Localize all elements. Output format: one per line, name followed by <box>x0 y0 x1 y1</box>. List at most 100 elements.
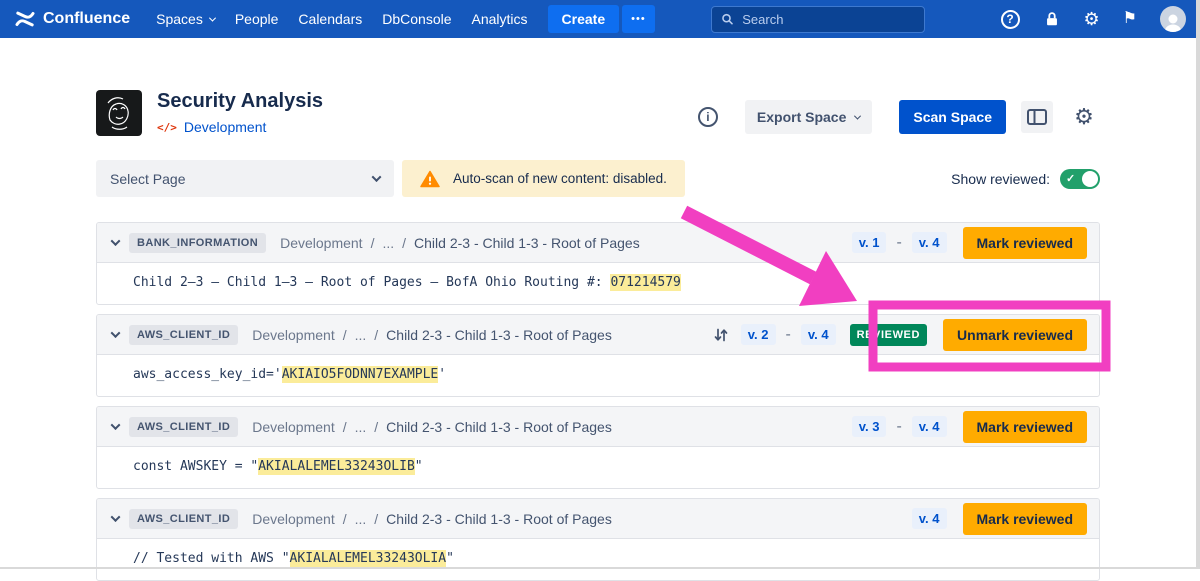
space-link[interactable]: Development <box>184 119 267 135</box>
more-actions-button[interactable]: ••• <box>622 5 655 33</box>
window-edge-right <box>1196 0 1200 569</box>
brand-label: Confluence <box>43 10 130 28</box>
finding-snippet: aws_access_key_id='AKIAIO5FODNN7EXAMPLE' <box>97 355 1099 396</box>
flag-icon[interactable]: ⚑ <box>1123 11 1137 27</box>
search-input[interactable] <box>740 11 914 28</box>
finding-header: AWS_CLIENT_ID Development / ... / Child … <box>97 499 1099 539</box>
nav-analytics[interactable]: Analytics <box>462 5 538 33</box>
mark-reviewed-button[interactable]: Mark reviewed <box>963 227 1088 259</box>
breadcrumb-separator: / <box>402 235 406 251</box>
secret-highlight: 071214579 <box>610 274 680 291</box>
snippet-text: " <box>446 551 454 566</box>
breadcrumb-space[interactable]: Development <box>252 511 335 527</box>
show-reviewed-label: Show reviewed: <box>951 171 1050 187</box>
lock-icon[interactable] <box>1043 10 1061 28</box>
nav-dbconsole[interactable]: DbConsole <box>372 5 461 33</box>
breadcrumb-space[interactable]: Development <box>252 327 335 343</box>
version-to-badge[interactable]: v. 4 <box>801 324 836 345</box>
finding-snippet: const AWSKEY = "AKIALALEMEL33243OLIB" <box>97 447 1099 488</box>
finding-snippet: Child 2–3 – Child 1–3 – Root of Pages – … <box>97 263 1099 304</box>
top-navbar: Confluence Spaces People Calendars DbCon… <box>0 0 1200 38</box>
snippet-text: Child 2–3 – Child 1–3 – Root of Pages – … <box>133 275 610 290</box>
finding-type-badge: AWS_CLIENT_ID <box>129 417 238 437</box>
sidebar-toggle-button[interactable] <box>1021 101 1053 133</box>
header-tools: i Export Space Scan Space ⚙ <box>698 100 1100 134</box>
breadcrumb-ellipsis[interactable]: ... <box>355 511 367 527</box>
breadcrumb-separator: / <box>374 419 378 435</box>
create-button[interactable]: Create <box>548 5 620 33</box>
chevron-down-icon[interactable] <box>111 512 121 522</box>
breadcrumb-ellipsis[interactable]: ... <box>355 419 367 435</box>
confluence-mark-icon <box>14 8 36 30</box>
chevron-down-icon[interactable] <box>111 328 121 338</box>
search-icon <box>721 12 734 26</box>
page-title: Security Analysis <box>157 90 323 113</box>
controls-row: Select Page Auto-scan of new content: di… <box>96 160 1100 197</box>
breadcrumb-separator: / <box>371 235 375 251</box>
version-from-badge[interactable]: v. 3 <box>852 416 887 437</box>
finding-group: AWS_CLIENT_ID Development / ... / Child … <box>96 314 1100 397</box>
avatar[interactable] <box>1160 6 1186 32</box>
person-icon <box>1162 12 1184 32</box>
confluence-logo[interactable]: Confluence <box>14 8 130 30</box>
search-box[interactable] <box>711 6 925 33</box>
mark-reviewed-button[interactable]: Mark reviewed <box>963 503 1088 535</box>
breadcrumb-space[interactable]: Development <box>280 235 363 251</box>
nav-calendars[interactable]: Calendars <box>288 5 372 33</box>
space-avatar[interactable] <box>96 90 142 136</box>
finding-snippet: // Tested with AWS "AKIALALEMEL33243OLIA… <box>97 539 1099 580</box>
breadcrumb-page[interactable]: Child 2-3 - Child 1-3 - Root of Pages <box>386 511 612 527</box>
nav-people[interactable]: People <box>225 5 289 33</box>
unmark-reviewed-button[interactable]: Unmark reviewed <box>943 319 1087 351</box>
settings-gear-button[interactable]: ⚙ <box>1068 101 1100 133</box>
breadcrumb-ellipsis[interactable]: ... <box>355 327 367 343</box>
breadcrumb-space[interactable]: Development <box>252 419 335 435</box>
gear-icon[interactable]: ⚙ <box>1084 10 1100 28</box>
version-from-badge[interactable]: v. 1 <box>852 232 887 253</box>
chevron-down-icon <box>209 14 216 21</box>
mark-reviewed-button[interactable]: Mark reviewed <box>963 411 1088 443</box>
nav-spaces[interactable]: Spaces <box>146 5 225 33</box>
reviewed-status-badge: REVIEWED <box>850 324 927 346</box>
scan-space-button[interactable]: Scan Space <box>899 100 1006 134</box>
info-icon[interactable]: i <box>698 107 718 127</box>
chevron-down-icon[interactable] <box>111 420 121 430</box>
finding-group: BANK_INFORMATION Development / ... / Chi… <box>96 222 1100 305</box>
secret-highlight: AKIALALEMEL33243OLIB <box>258 458 415 475</box>
breadcrumb-page[interactable]: Child 2-3 - Child 1-3 - Root of Pages <box>414 235 640 251</box>
breadcrumb-page[interactable]: Child 2-3 - Child 1-3 - Root of Pages <box>386 327 612 343</box>
finding-type-badge: AWS_CLIENT_ID <box>129 325 238 345</box>
version-from-badge[interactable]: v. 2 <box>741 324 776 345</box>
chevron-down-icon[interactable] <box>111 236 121 246</box>
breadcrumb: Development / ... / Child 2-3 - Child 1-… <box>252 511 612 527</box>
code-type-icon: </> <box>157 121 177 134</box>
export-space-button[interactable]: Export Space <box>745 100 872 134</box>
breadcrumb-separator: / <box>374 327 378 343</box>
breadcrumb-page[interactable]: Child 2-3 - Child 1-3 - Root of Pages <box>386 419 612 435</box>
select-page-dropdown[interactable]: Select Page <box>96 160 394 197</box>
snippet-text: aws_access_key_id=' <box>133 367 282 382</box>
finding-header: AWS_CLIENT_ID Development / ... / Child … <box>97 315 1099 355</box>
compare-versions-icon[interactable] <box>713 327 729 343</box>
snippet-text: " <box>415 459 423 474</box>
version-to-badge[interactable]: v. 4 <box>912 232 947 253</box>
version-to-badge[interactable]: v. 4 <box>912 416 947 437</box>
breadcrumb-separator: / <box>343 511 347 527</box>
breadcrumb: Development / ... / Child 2-3 - Child 1-… <box>280 235 640 251</box>
finding-type-badge: AWS_CLIENT_ID <box>129 509 238 529</box>
snippet-text: const AWSKEY = " <box>133 459 258 474</box>
breadcrumb-separator: / <box>374 511 378 527</box>
breadcrumb-ellipsis[interactable]: ... <box>382 235 394 251</box>
space-link-row: </> Development <box>157 119 323 135</box>
nav-spaces-label: Spaces <box>156 11 203 27</box>
version-dash: - <box>786 326 791 344</box>
show-reviewed-control: Show reviewed: ✓ <box>951 169 1100 189</box>
secret-highlight: AKIAIO5FODNN7EXAMPLE <box>282 366 439 383</box>
version-dash: - <box>896 234 901 252</box>
breadcrumb-separator: / <box>343 327 347 343</box>
breadcrumb: Development / ... / Child 2-3 - Child 1-… <box>252 419 612 435</box>
show-reviewed-toggle[interactable]: ✓ <box>1060 169 1100 189</box>
help-icon[interactable]: ? <box>1001 10 1020 29</box>
version-to-badge[interactable]: v. 4 <box>912 508 947 529</box>
title-block: Security Analysis </> Development <box>157 90 323 135</box>
